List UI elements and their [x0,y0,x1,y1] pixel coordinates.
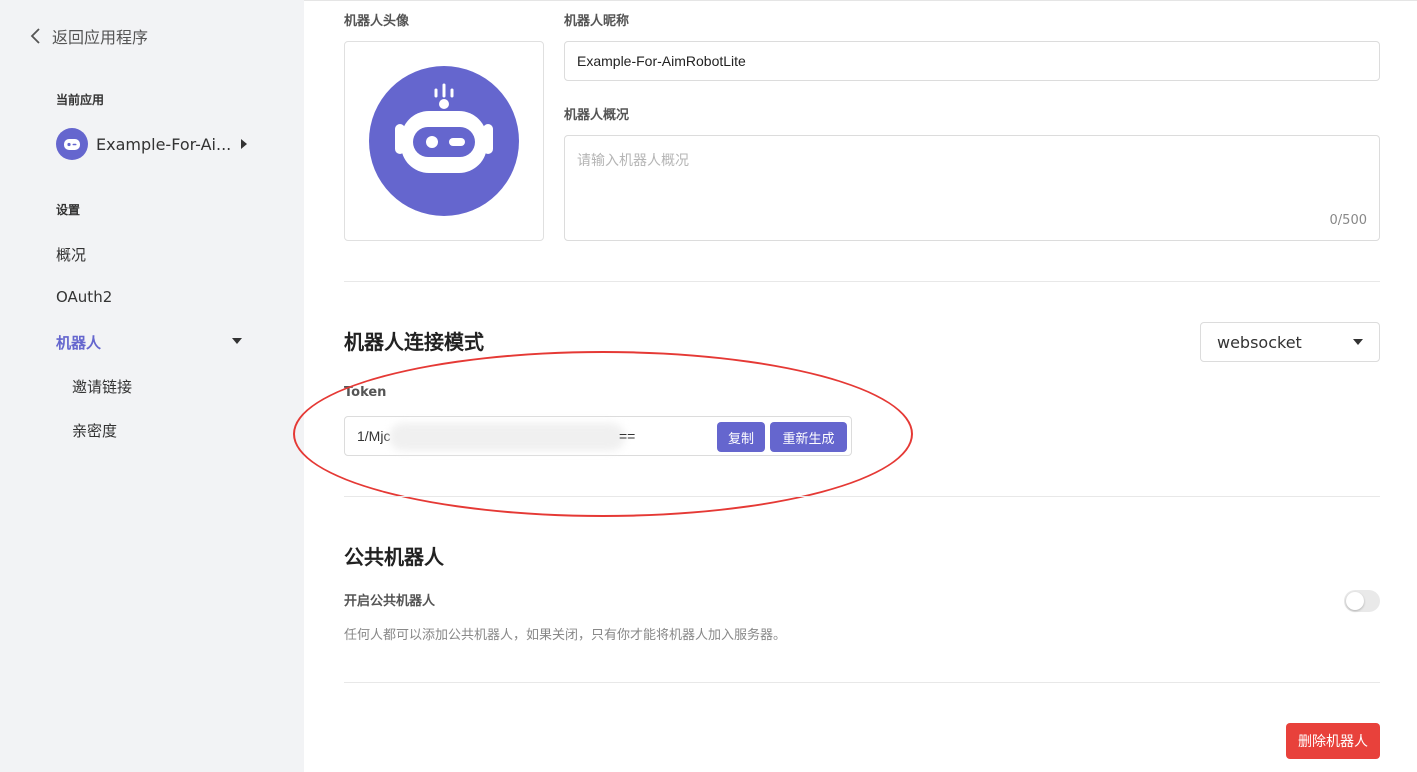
sidebar-item-invite-link[interactable]: 邀请链接 [72,376,132,397]
token-label: Token [344,385,387,400]
connection-mode-value: websocket [1217,332,1302,352]
back-link-label: 返回应用程序 [52,28,149,47]
nickname-value: Example-For-AimRobotLite [577,53,746,69]
robot-avatar-upload[interactable] [344,41,544,241]
sidebar-item-oauth2[interactable]: OAuth2 [56,288,112,306]
public-robot-hint: 任何人都可以添加公共机器人，如果关闭，只有你才能将机器人加入服务器。 [344,628,787,643]
robot-avatar-icon [369,66,519,216]
divider [344,496,1380,497]
top-border [304,0,1417,3]
regenerate-token-button[interactable]: 重新生成 [770,422,847,452]
app-avatar [56,128,88,160]
copy-token-button[interactable]: 复制 [717,422,765,452]
token-prefix: 1/Mjc [357,428,391,444]
chevron-left-icon [30,28,40,44]
sidebar-item-overview[interactable]: 概况 [56,244,86,265]
divider [344,682,1380,683]
summary-char-counter: 0/500 [1329,213,1367,228]
caret-down-icon [1353,339,1363,345]
sidebar-item-robot[interactable]: 机器人 [56,332,101,353]
delete-robot-button[interactable]: 删除机器人 [1286,723,1380,759]
current-app-label: 当前应用 [56,93,105,107]
avatar-label: 机器人头像 [344,14,410,29]
sidebar-item-intimacy[interactable]: 亲密度 [72,420,117,441]
nickname-label: 机器人昵称 [564,14,630,29]
nickname-input[interactable]: Example-For-AimRobotLite [564,41,1380,81]
back-to-apps-link[interactable]: 返回应用程序 [28,24,148,48]
summary-label: 机器人概况 [564,108,630,123]
app-switcher[interactable]: Example-For-Ai... [56,128,248,160]
summary-textarea[interactable]: 请输入机器人概况 0/500 [564,135,1380,241]
public-robot-title: 公共机器人 [344,545,444,569]
token-redaction [389,423,625,451]
divider [344,281,1380,282]
public-robot-toggle-label: 开启公共机器人 [344,594,436,609]
summary-placeholder: 请输入机器人概况 [577,153,689,169]
sidebar: 返回应用程序 当前应用 Example-For-Ai... 设置 概况 OAut… [0,0,304,772]
app-name: Example-For-Ai... [96,134,232,154]
public-robot-toggle[interactable] [1344,590,1380,612]
caret-down-icon [232,338,242,344]
connection-mode-title: 机器人连接模式 [344,330,484,354]
connection-mode-select[interactable]: websocket [1200,322,1380,362]
robot-icon [64,139,80,150]
token-suffix: == [619,428,636,444]
settings-label: 设置 [56,203,81,217]
caret-right-icon [241,139,248,149]
token-field[interactable]: 1/Mjc == 复制 重新生成 [344,416,852,456]
toggle-knob [1346,592,1364,610]
